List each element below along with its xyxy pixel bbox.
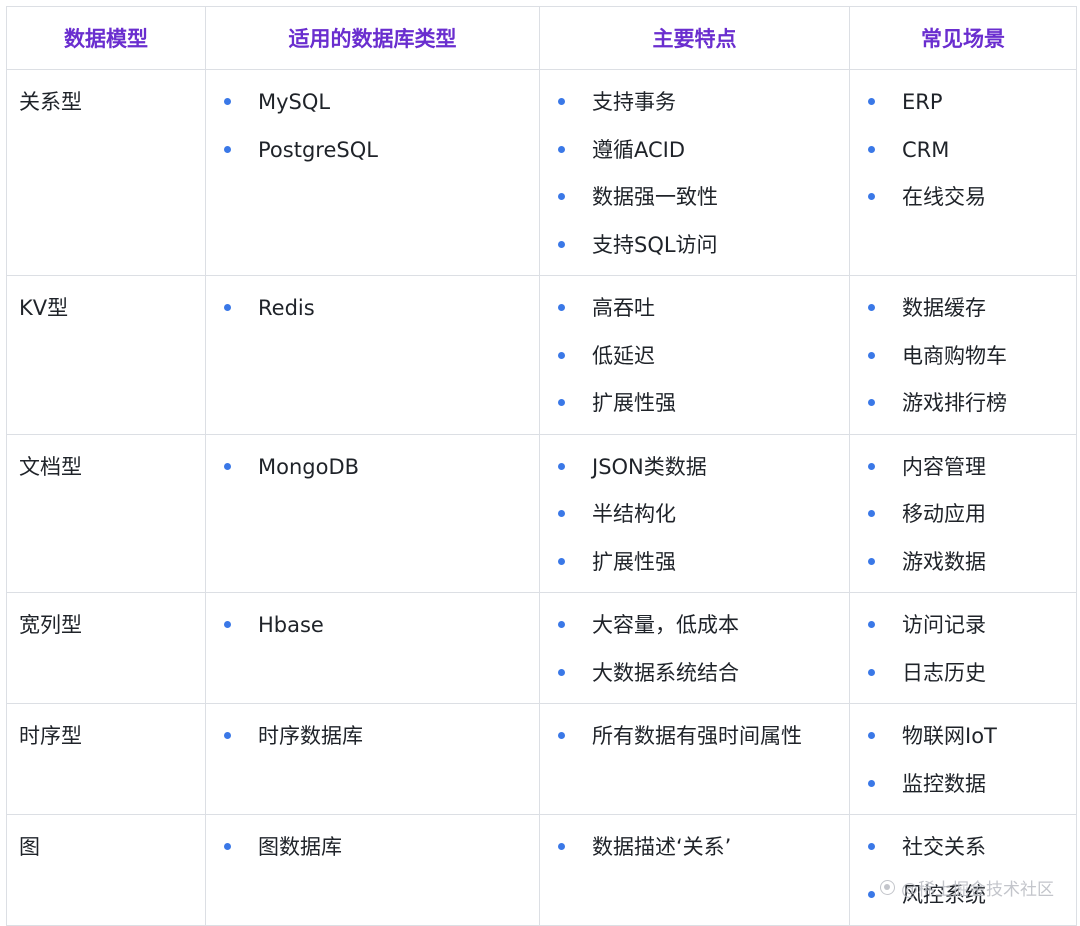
table-row: 文档型 MongoDB JSON类数据 半结构化 扩展性强 内容管理 移动应用 游戏数据 <box>6 433 1077 593</box>
features-list: 大容量，低成本 大数据系统结合 <box>552 608 837 690</box>
feature-item: 支持事务 <box>552 85 837 119</box>
model-name: KV型 <box>19 296 69 320</box>
feature-item: 遵循ACID <box>552 133 837 167</box>
databases-list: Redis <box>218 291 527 325</box>
features-cell: JSON类数据 半结构化扩展性强 <box>539 433 850 593</box>
databases-list: Hbase <box>218 608 527 642</box>
features-list: 高吞吐低延迟扩展性强 <box>552 291 837 420</box>
databases-cell: MySQL PostgreSQL <box>205 69 540 276</box>
databases-list: 时序数据库 <box>218 719 527 753</box>
databases-list: 图数据库 <box>218 830 527 864</box>
databases-cell: 时序数据库 <box>205 703 540 815</box>
scenarios-list: ERP CRM 在线交易 <box>862 85 1064 214</box>
scenarios-cell: 物联网IoT 监控数据 <box>849 703 1077 815</box>
feature-item: 低延迟 <box>552 339 837 373</box>
scenario-item: 电商购物车 <box>862 339 1064 373</box>
features-cell: 大容量，低成本 大数据系统结合 <box>539 592 850 704</box>
header-data-model: 数据模型 <box>6 6 206 70</box>
databases-cell: 图数据库 <box>205 814 540 926</box>
databases-list: MySQL PostgreSQL <box>218 85 527 167</box>
model-cell: 宽列型 <box>6 592 206 704</box>
header-database-types: 适用的数据库类型 <box>205 6 540 70</box>
header-common-scenarios: 常见场景 <box>849 6 1077 70</box>
feature-item: 扩展性强 <box>552 545 837 579</box>
model-name: 关系型 <box>19 90 82 114</box>
scenario-item: 日志历史 <box>862 656 1064 690</box>
databases-cell: Redis <box>205 275 540 435</box>
feature-item: 大容量，低成本 <box>552 608 837 642</box>
db-item: MongoDB <box>218 450 527 484</box>
model-cell: 时序型 <box>6 703 206 815</box>
db-item: 时序数据库 <box>218 719 527 753</box>
table-row: KV型 Redis 高吞吐 低延迟 扩展性强 数据缓存 电商购物车 游戏排行榜 <box>6 275 1077 435</box>
db-item: MySQL <box>218 85 527 119</box>
databases-cell: MongoDB <box>205 433 540 593</box>
features-cell: 所有数据有强时间属性 <box>539 703 850 815</box>
feature-item: 数据强一致性 <box>552 180 837 214</box>
feature-item: JSON类数据 <box>552 450 837 484</box>
features-cell: 支持事务遵循ACID 数据强一致性 支持SQL访问 <box>539 69 850 276</box>
scenario-item: 游戏排行榜 <box>862 386 1064 420</box>
feature-item: 大数据系统结合 <box>552 656 837 690</box>
scenario-item: 在线交易 <box>862 180 1064 214</box>
watermark: @稀土掘金技术社区 <box>880 875 1054 900</box>
scenario-item: 内容管理 <box>862 450 1064 484</box>
watermark-text: @稀土掘金技术社区 <box>901 880 1054 900</box>
feature-item: 所有数据有强时间属性 <box>552 719 837 753</box>
model-name: 时序型 <box>19 724 82 748</box>
scenarios-cell: 社交关系 风控系统 <box>849 814 1077 926</box>
scenarios-cell: 数据缓存电商购物车游戏排行榜 <box>849 275 1077 435</box>
scenario-item: 物联网IoT <box>862 719 1064 753</box>
scenario-item: 游戏数据 <box>862 545 1064 579</box>
scenarios-cell: 访问记录 日志历史 <box>849 592 1077 704</box>
model-name: 图 <box>19 835 40 859</box>
model-cell: 图 <box>6 814 206 926</box>
feature-item: 支持SQL访问 <box>552 228 837 262</box>
scenario-item: CRM <box>862 133 1064 167</box>
features-list: JSON类数据 半结构化扩展性强 <box>552 450 837 579</box>
feature-item: 扩展性强 <box>552 386 837 420</box>
model-name: 宽列型 <box>19 613 82 637</box>
table-header-row: 数据模型 适用的数据库类型 主要特点 常见场景 <box>6 6 1077 70</box>
db-item: Redis <box>218 291 527 325</box>
scenarios-list: 内容管理移动应用游戏数据 <box>862 450 1064 579</box>
features-list: 数据描述‘关系’ <box>552 830 837 864</box>
scenarios-list: 数据缓存电商购物车游戏排行榜 <box>862 291 1064 420</box>
model-cell: 关系型 <box>6 69 206 276</box>
scenario-item: 移动应用 <box>862 497 1064 531</box>
scenarios-cell: ERP CRM 在线交易 <box>849 69 1077 276</box>
juejin-logo-icon <box>880 880 895 895</box>
scenario-item: 访问记录 <box>862 608 1064 642</box>
features-list: 支持事务遵循ACID 数据强一致性 支持SQL访问 <box>552 85 837 262</box>
table-row: 关系型 MySQL PostgreSQL 支持事务遵循ACID 数据强一致性 支持SQL访… <box>6 69 1077 276</box>
scenarios-list: 物联网IoT 监控数据 <box>862 719 1064 801</box>
scenario-item: ERP <box>862 85 1064 119</box>
feature-item: 高吞吐 <box>552 291 837 325</box>
feature-item: 半结构化 <box>552 497 837 531</box>
table-row: 宽列型 Hbase 大容量，低成本 大数据系统结合 访问记录日志历史 <box>6 592 1077 704</box>
scenario-item: 社交关系 <box>862 830 1064 864</box>
db-item: PostgreSQL <box>218 133 527 167</box>
database-model-table: 数据模型 适用的数据库类型 主要特点 常见场景 关系型 MySQL PostgreS… <box>6 6 1077 926</box>
databases-list: MongoDB <box>218 450 527 484</box>
header-main-features: 主要特点 <box>539 6 850 70</box>
model-cell: KV型 <box>6 275 206 435</box>
scenarios-list: 访问记录 日志历史 <box>862 608 1064 690</box>
db-item: 图数据库 <box>218 830 527 864</box>
scenarios-cell: 内容管理移动应用游戏数据 <box>849 433 1077 593</box>
table-row: 时序型 时序数据库 所有数据有强时间属性 物联网IoT 监控数据 <box>6 703 1077 815</box>
feature-item: 数据描述‘关系’ <box>552 830 837 864</box>
scenario-item: 监控数据 <box>862 767 1064 801</box>
databases-cell: Hbase <box>205 592 540 704</box>
table-row: 图 图数据库 数据描述‘关系’ 社交关系 风控系统 <box>6 814 1077 926</box>
features-cell: 高吞吐低延迟扩展性强 <box>539 275 850 435</box>
features-cell: 数据描述‘关系’ <box>539 814 850 926</box>
model-name: 文档型 <box>19 454 82 479</box>
db-item: Hbase <box>218 608 527 642</box>
features-list: 所有数据有强时间属性 <box>552 719 837 753</box>
scenario-item: 数据缓存 <box>862 291 1064 325</box>
model-cell: 文档型 <box>6 433 206 593</box>
